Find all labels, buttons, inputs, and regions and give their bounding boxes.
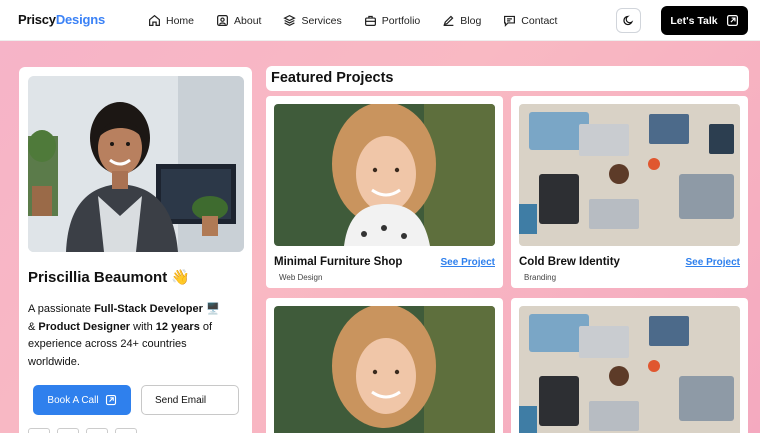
lets-talk-button[interactable]: Let's Talk [661,6,748,35]
project-title: Cold Brew Identity [519,256,620,268]
project-card[interactable] [266,298,503,433]
nav-portfolio-label: Portfolio [381,14,421,27]
theme-toggle-button[interactable] [616,8,641,33]
book-call-button[interactable]: Book A Call [33,385,131,415]
nav-blog-label: Blog [460,14,482,27]
social-link-4[interactable] [115,428,137,433]
external-link-icon [105,394,116,406]
nav-home[interactable]: Home [148,14,194,27]
project-title: Minimal Furniture Shop [274,256,403,268]
lets-talk-label: Let's Talk [670,14,718,27]
social-link-2[interactable] [57,428,79,433]
bio-years: 12 years [155,320,200,333]
featured-title: Featured Projects [271,70,394,86]
woman-portrait-illustration [274,306,495,433]
social-links [28,428,137,433]
bio-intro: A passionate [28,303,95,315]
bio-role-designer: Product Designer [38,320,131,333]
nav-services-label: Services [301,14,342,27]
profile-name: Priscillia Beaumont 👋 [28,269,191,286]
nav-about[interactable]: About [216,14,261,27]
project-card[interactable]: Cold Brew Identity See Project Branding [511,96,748,288]
bio-role-developer: Full-Stack Developer [94,303,203,315]
nav-contact-label: Contact [521,14,558,27]
profile-photo-illustration [28,76,244,252]
project-card[interactable] [511,298,748,433]
nav-home-label: Home [166,14,195,27]
project-image [519,104,740,246]
services-icon [283,14,297,27]
project-image [274,104,495,246]
see-project-link[interactable]: See Project [441,257,495,268]
brand-part-1: Priscy [18,12,56,27]
profile-card [19,67,252,433]
profile-photo [28,76,244,252]
send-email-button[interactable]: Send Email [141,385,239,415]
book-call-label: Book A Call [47,394,99,406]
project-image [274,306,495,433]
brand-logo[interactable]: PriscyDesigns [18,12,105,27]
send-email-label: Send Email [155,394,207,406]
nav-portfolio[interactable]: Portfolio [364,14,421,27]
top-header: PriscyDesigns Home About Services Portfo… [0,0,760,41]
home-icon [149,14,160,26]
moon-icon [623,15,634,26]
profile-bio: A passionate Full-Stack Developer 🖥️ & P… [28,301,228,371]
project-category: Web Design [279,273,323,282]
nav-blog[interactable]: Blog [442,14,481,27]
project-category: Branding [524,273,557,282]
nav-services[interactable]: Services [283,14,342,27]
social-link-3[interactable] [86,428,108,433]
workspace-desk-illustration [519,306,740,433]
nav-about-label: About [234,14,262,27]
social-link-1[interactable] [28,428,50,433]
workspace-desk-illustration [519,104,740,246]
bio-with: with [130,320,156,333]
portfolio-icon [364,15,376,26]
brand-part-2: Designs [55,12,106,27]
nav-contact[interactable]: Contact [503,14,557,27]
project-image [519,306,740,433]
project-card[interactable]: Minimal Furniture Shop See Project Web D… [266,96,503,288]
main-nav: Home About Services Portfolio Blog Conta… [148,0,579,41]
blog-icon [443,15,454,26]
see-project-link[interactable]: See Project [686,257,740,268]
contact-icon [504,15,516,27]
about-icon [217,15,228,26]
woman-portrait-illustration [274,104,495,246]
external-link-icon [726,15,738,26]
